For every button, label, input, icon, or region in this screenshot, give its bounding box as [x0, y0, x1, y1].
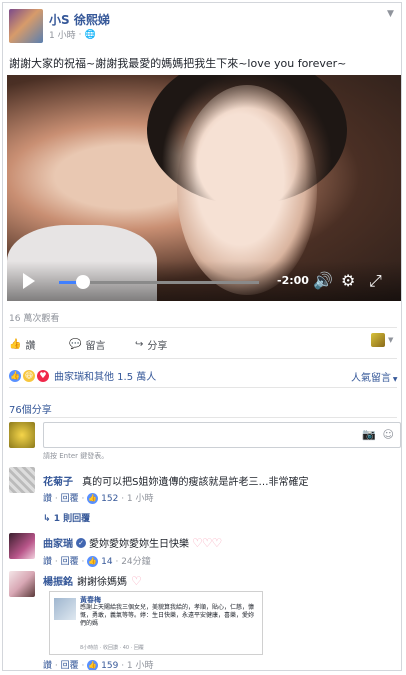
comment-like-link[interactable]: 讚 — [43, 557, 52, 567]
comment-like-link[interactable]: 讚 — [43, 494, 52, 504]
chevron-down-icon[interactable]: ▼ — [387, 9, 394, 19]
comment-like-link[interactable]: 讚 — [43, 661, 52, 670]
share-button[interactable]: ↪ 分享 — [135, 337, 167, 352]
comment-actions: 讚 · 回覆 · 👍 152 · 1 小時 — [43, 493, 154, 504]
comment-actions: 讚 · 回覆 · 👍 14 · 24分鐘 — [43, 556, 151, 567]
heart-emoji-icon: ♡ — [131, 573, 142, 588]
haha-reaction-icon: 😆 — [23, 369, 35, 382]
comment-item: 曲家瑞 ✓ 愛妳愛妳愛妳生日快樂 ♡♡♡ — [43, 535, 399, 551]
settings-icon[interactable]: ⚙ — [341, 271, 355, 290]
comment-like-count[interactable]: 159 — [101, 661, 118, 670]
video-controls: -2:00 🔊 ⚙ ⤢ — [7, 261, 401, 301]
comment-time[interactable]: 1 小時 — [127, 494, 154, 504]
like-count-icon: 👍 — [87, 556, 99, 567]
share-icon: ↪ — [135, 339, 144, 350]
commenter-name[interactable]: 楊振銘 — [43, 573, 73, 588]
avatar[interactable] — [9, 571, 35, 597]
comment-text: 謝謝徐媽媽 — [77, 577, 127, 588]
globe-icon: 🌐 — [84, 29, 96, 40]
video-player[interactable]: -2:00 🔊 ⚙ ⤢ — [7, 75, 401, 301]
embed-avatar — [54, 598, 76, 620]
post-card: 小S 徐熙娣 1 小時 · 🌐 ▼ 謝謝大家的祝福~謝謝我最愛的媽媽把我生下來~… — [2, 2, 402, 671]
like-count-icon: 👍 — [87, 660, 99, 670]
embedded-comment-image[interactable]: 黃春梅 感謝上天賜給我三個女兒，美貌算我給的，孝順，貼心，仁慈，慷慨，勇敢，義氣… — [49, 591, 263, 655]
volume-icon[interactable]: 🔊 — [313, 271, 333, 290]
heart-emoji-icon: ♡♡♡ — [192, 535, 222, 550]
post-time[interactable]: 1 小時 — [49, 28, 76, 41]
author-avatar[interactable] — [9, 9, 43, 43]
comment-item: 花菊子 真的可以把S姐妳遺傳的瘦該就是許老三…非常確定 — [43, 470, 399, 489]
comment-reply-link[interactable]: 回覆 — [61, 494, 79, 504]
like-count-icon: 👍 — [87, 493, 99, 504]
comment-item: 楊振銘 謝謝徐媽媽 ♡ — [43, 573, 399, 589]
avatar[interactable] — [9, 533, 35, 559]
post-text: 謝謝大家的祝福~謝謝我最愛的媽媽把我生下來~love you forever~ — [9, 57, 347, 70]
comment-text: 愛妳愛妳愛妳生日快樂 — [89, 539, 189, 550]
comment-button[interactable]: 💬 留言 — [69, 337, 105, 352]
emoji-icon[interactable]: ☺ — [383, 428, 394, 441]
progress-handle[interactable] — [76, 275, 90, 289]
comment-like-count[interactable]: 152 — [101, 494, 118, 504]
page-avatar-selector[interactable]: ▼ — [371, 333, 393, 347]
fullscreen-icon[interactable]: ⤢ — [369, 271, 382, 291]
embed-meta: 8小時前 · 收回讚 · 40 · 回覆 — [80, 645, 144, 651]
comment-actions: 讚 · 回覆 · 👍 159 · 1 小時 — [43, 660, 154, 671]
share-count[interactable]: 76個分享 — [9, 401, 52, 416]
comment-reply-link[interactable]: 回覆 — [61, 557, 79, 567]
view-replies-link[interactable]: ↳ 1 則回覆 — [43, 511, 90, 524]
commenter-name[interactable]: 曲家瑞 — [43, 535, 73, 550]
reactions-summary[interactable]: 👍 😆 ♥ 曲家瑞和其他 1.5 萬人 — [9, 368, 156, 383]
comment-reply-link[interactable]: 回覆 — [61, 661, 79, 670]
thumbs-up-icon: 👍 — [9, 339, 22, 350]
like-reaction-icon: 👍 — [9, 369, 21, 382]
camera-icon[interactable]: 📷 — [362, 428, 376, 441]
like-button[interactable]: 👍 讚 — [9, 337, 35, 352]
avatar[interactable] — [9, 467, 35, 493]
comment-time[interactable]: 1 小時 — [127, 661, 154, 670]
comment-icon: 💬 — [69, 339, 82, 350]
embed-text: 感謝上天賜給我三個女兒，美貌算我給的，孝順，貼心，仁慈，慷慨，勇敢，義氣等等。婷… — [80, 604, 255, 627]
love-reaction-icon: ♥ — [37, 369, 49, 382]
time-remaining: -2:00 — [277, 274, 309, 287]
view-count: 16 萬次觀看 — [9, 314, 60, 324]
comment-hint: 請按 Enter 鍵發表。 — [43, 452, 109, 460]
reply-arrow-icon: ↳ — [43, 514, 54, 524]
post-meta: 1 小時 · 🌐 — [49, 28, 96, 42]
caret-down-icon: ▼ — [391, 376, 398, 383]
comment-like-count[interactable]: 14 — [101, 557, 112, 567]
comment-time[interactable]: 24分鐘 — [121, 557, 150, 567]
comment-text: 真的可以把S姐妳遺傳的瘦該就是許老三…非常確定 — [82, 477, 309, 488]
play-icon[interactable] — [23, 273, 35, 289]
chevron-down-icon: ▼ — [388, 336, 394, 344]
user-avatar — [9, 422, 35, 448]
author-name[interactable]: 小S 徐熙娣 — [49, 11, 110, 28]
commenter-name[interactable]: 花菊子 — [43, 477, 73, 488]
verified-badge-icon: ✓ — [76, 537, 86, 548]
comment-input[interactable]: 📷 ☺ — [43, 422, 401, 448]
sort-comments-dropdown[interactable]: 人氣留言 ▼ — [351, 369, 398, 384]
